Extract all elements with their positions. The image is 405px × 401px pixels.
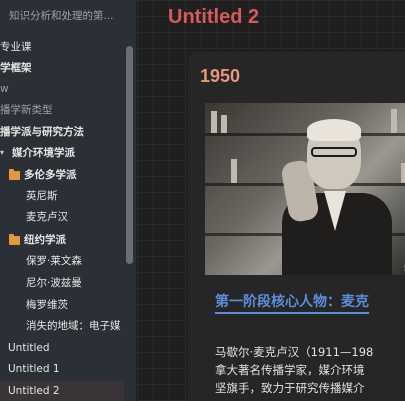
- paragraph-line: 坚旗手，致力于研究传播媒介: [215, 381, 365, 395]
- sidebar-item-no-sense-of-place[interactable]: 消失的地域：电子媒: [26, 316, 121, 336]
- sidebar-item-professional-course[interactable]: 专业课: [0, 37, 32, 57]
- sidebar-item-label: 媒介环境学派: [12, 147, 75, 159]
- sidebar: 知识分析和处理的第... 专业课 学框架 w 播学新类型 播学派与研究方法 ▾ …: [0, 0, 137, 401]
- sidebar-item-toronto-school[interactable]: 多伦多学派: [9, 165, 77, 185]
- page-title: Untitled 2: [168, 6, 260, 28]
- sidebar-item-innis[interactable]: 英尼斯: [26, 186, 58, 206]
- sidebar-item-label: 多伦多学派: [24, 169, 77, 181]
- sidebar-item-label: 麦克卢汉: [26, 211, 68, 223]
- sidebar-item-label: 播学派与研究方法: [0, 126, 84, 138]
- paragraph-line: 马歇尔·麦克卢汉（1911—198: [215, 345, 374, 359]
- portrait-photo: 知: [205, 103, 405, 275]
- book: [211, 111, 217, 133]
- sidebar-item-label: 学框架: [0, 62, 32, 74]
- paragraph-line: 拿大著名传播学家，媒介环境: [215, 363, 365, 377]
- sidebar-item-label: 专业课: [0, 41, 32, 53]
- book: [221, 115, 227, 133]
- sidebar-item-label: 知识分析和处理的第...: [9, 10, 114, 22]
- sidebar-item-label: Untitled 1: [8, 363, 60, 375]
- folder-icon: [9, 233, 20, 245]
- book: [231, 159, 237, 183]
- hair: [307, 119, 361, 141]
- sidebar-item-untitled[interactable]: Untitled: [8, 338, 50, 358]
- sidebar-item-label: 梅罗维茨: [26, 299, 68, 311]
- sidebar-item-framework[interactable]: 学框架: [0, 58, 32, 78]
- sidebar-item-label: Untitled: [8, 342, 50, 354]
- sidebar-item-label: 纽约学派: [24, 234, 66, 246]
- sidebar-scrollbar[interactable]: [126, 46, 133, 264]
- sidebar-item-label: 尼尔·波兹曼: [26, 277, 82, 289]
- sidebar-item-new-types[interactable]: 播学新类型: [0, 100, 53, 120]
- sidebar-item-new-york-school[interactable]: 纽约学派: [9, 230, 66, 250]
- sidebar-item-media-ecology[interactable]: ▾ 媒介环境学派: [0, 143, 75, 163]
- sidebar-item-label: 消失的地域：电子媒: [26, 320, 121, 332]
- sidebar-item-label: 保罗·莱文森: [26, 255, 82, 267]
- sidebar-item-levinson[interactable]: 保罗·莱文森: [26, 251, 82, 271]
- section-heading[interactable]: 第一阶段核心人物：麦克: [215, 291, 369, 314]
- sidebar-item-w[interactable]: w: [0, 79, 9, 99]
- sidebar-item-untitled-2[interactable]: Untitled 2: [0, 381, 124, 401]
- body-paragraph[interactable]: 马歇尔·麦克卢汉（1911—198 拿大著名传播学家，媒介环境 坚旗手，致力于研…: [215, 343, 405, 397]
- sidebar-item-meyrowitz[interactable]: 梅罗维茨: [26, 295, 68, 315]
- folder-icon: [9, 168, 20, 180]
- note-canvas[interactable]: Untitled 2 1950 知 第一阶段核心人物：麦克 马歇尔·麦克卢汉（1…: [137, 0, 405, 401]
- chevron-down-icon[interactable]: ▾: [0, 143, 10, 163]
- book: [401, 163, 405, 183]
- sidebar-item-label: Untitled 2: [8, 385, 60, 397]
- sidebar-item-label: 播学新类型: [0, 104, 53, 116]
- sidebar-item-notebook-title[interactable]: 知识分析和处理的第...: [9, 6, 114, 26]
- sidebar-item-schools-methods[interactable]: 播学派与研究方法: [0, 122, 84, 142]
- sidebar-item-label: w: [0, 83, 9, 95]
- glasses: [311, 147, 357, 157]
- sidebar-item-untitled-1[interactable]: Untitled 1: [8, 359, 60, 379]
- year-label: 1950: [200, 66, 241, 86]
- sidebar-item-label: 英尼斯: [26, 190, 58, 202]
- sidebar-item-mcluhan[interactable]: 麦克卢汉: [26, 207, 68, 227]
- sidebar-item-postman[interactable]: 尼尔·波兹曼: [26, 273, 82, 293]
- portrait-person: [277, 119, 397, 275]
